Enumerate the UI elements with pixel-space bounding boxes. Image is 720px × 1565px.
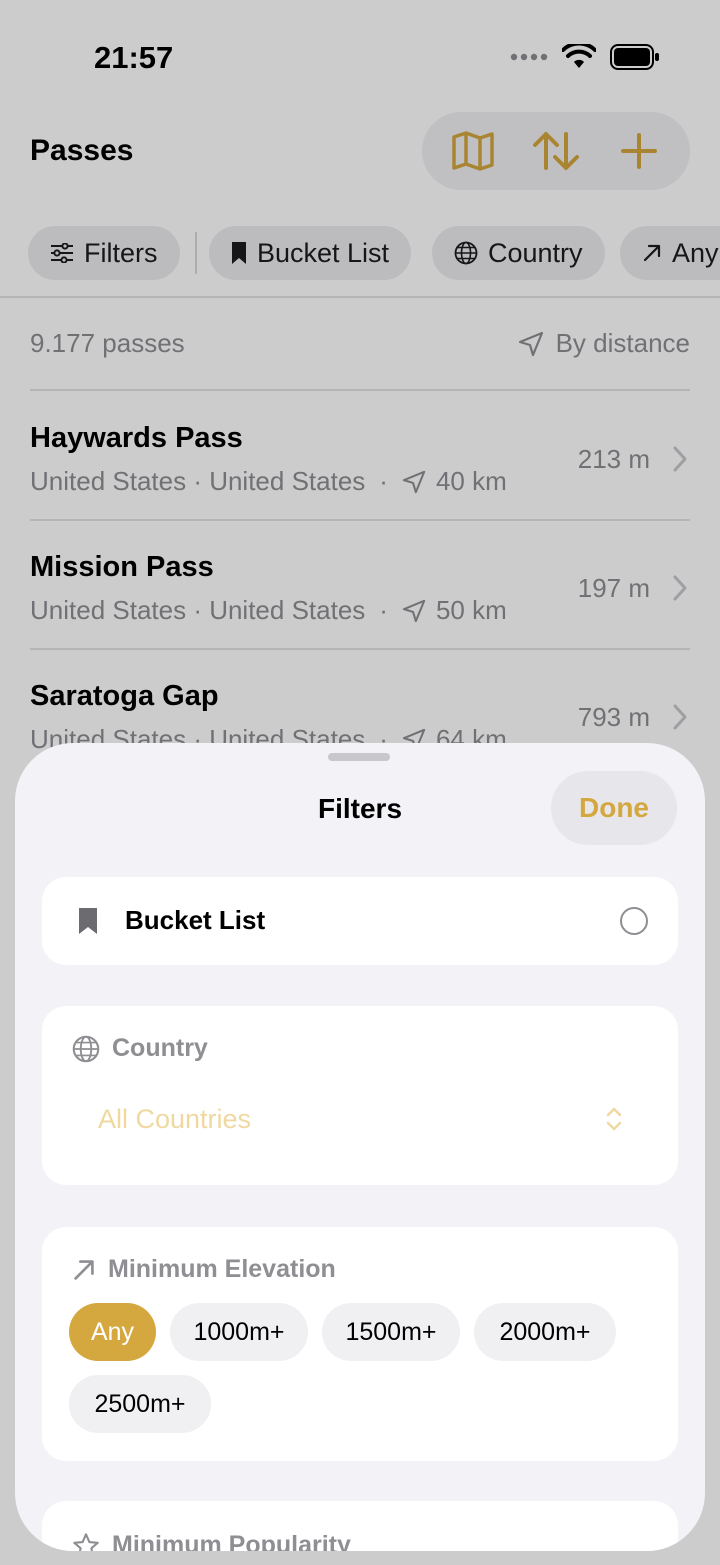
globe-icon	[72, 1035, 100, 1062]
elevation-option-any[interactable]: Any	[69, 1303, 156, 1361]
arrow-up-right-icon	[74, 1259, 94, 1280]
bucket-list-radio[interactable]	[620, 907, 648, 935]
sheet-grabber[interactable]	[328, 753, 390, 761]
elevation-option-2000[interactable]: 2000m+	[474, 1303, 616, 1361]
country-picker-value[interactable]: All Countries	[98, 1104, 251, 1135]
elevation-section: Minimum Elevation Any 1000m+ 1500m+ 2000…	[42, 1227, 678, 1461]
elevation-heading-label: Minimum Elevation	[108, 1255, 336, 1283]
bucket-list-row[interactable]: Bucket List	[42, 877, 678, 965]
elevation-heading: Minimum Elevation	[72, 1255, 336, 1284]
country-section: Country All Countries	[42, 1006, 678, 1185]
country-heading: Country	[72, 1034, 208, 1063]
elevation-option-2500[interactable]: 2500m+	[69, 1375, 211, 1433]
elevation-option-1000[interactable]: 1000m+	[170, 1303, 308, 1361]
done-button[interactable]: Done	[551, 771, 677, 845]
filters-sheet: Filters Done Bucket List Country All Cou…	[15, 743, 705, 1551]
bookmark-icon	[79, 908, 97, 934]
screen: 21:57 Passes Filters Bucket List Country…	[0, 0, 720, 1565]
bucket-list-label: Bucket List	[125, 905, 266, 935]
popularity-heading-label: Minimum Popularity	[112, 1531, 351, 1551]
country-heading-label: Country	[112, 1034, 208, 1062]
star-icon	[73, 1532, 99, 1551]
popularity-section: Minimum Popularity	[42, 1501, 678, 1551]
elevation-option-1500[interactable]: 1500m+	[322, 1303, 460, 1361]
chevron-up-down-icon[interactable]	[606, 1106, 622, 1132]
popularity-heading: Minimum Popularity	[72, 1531, 351, 1551]
